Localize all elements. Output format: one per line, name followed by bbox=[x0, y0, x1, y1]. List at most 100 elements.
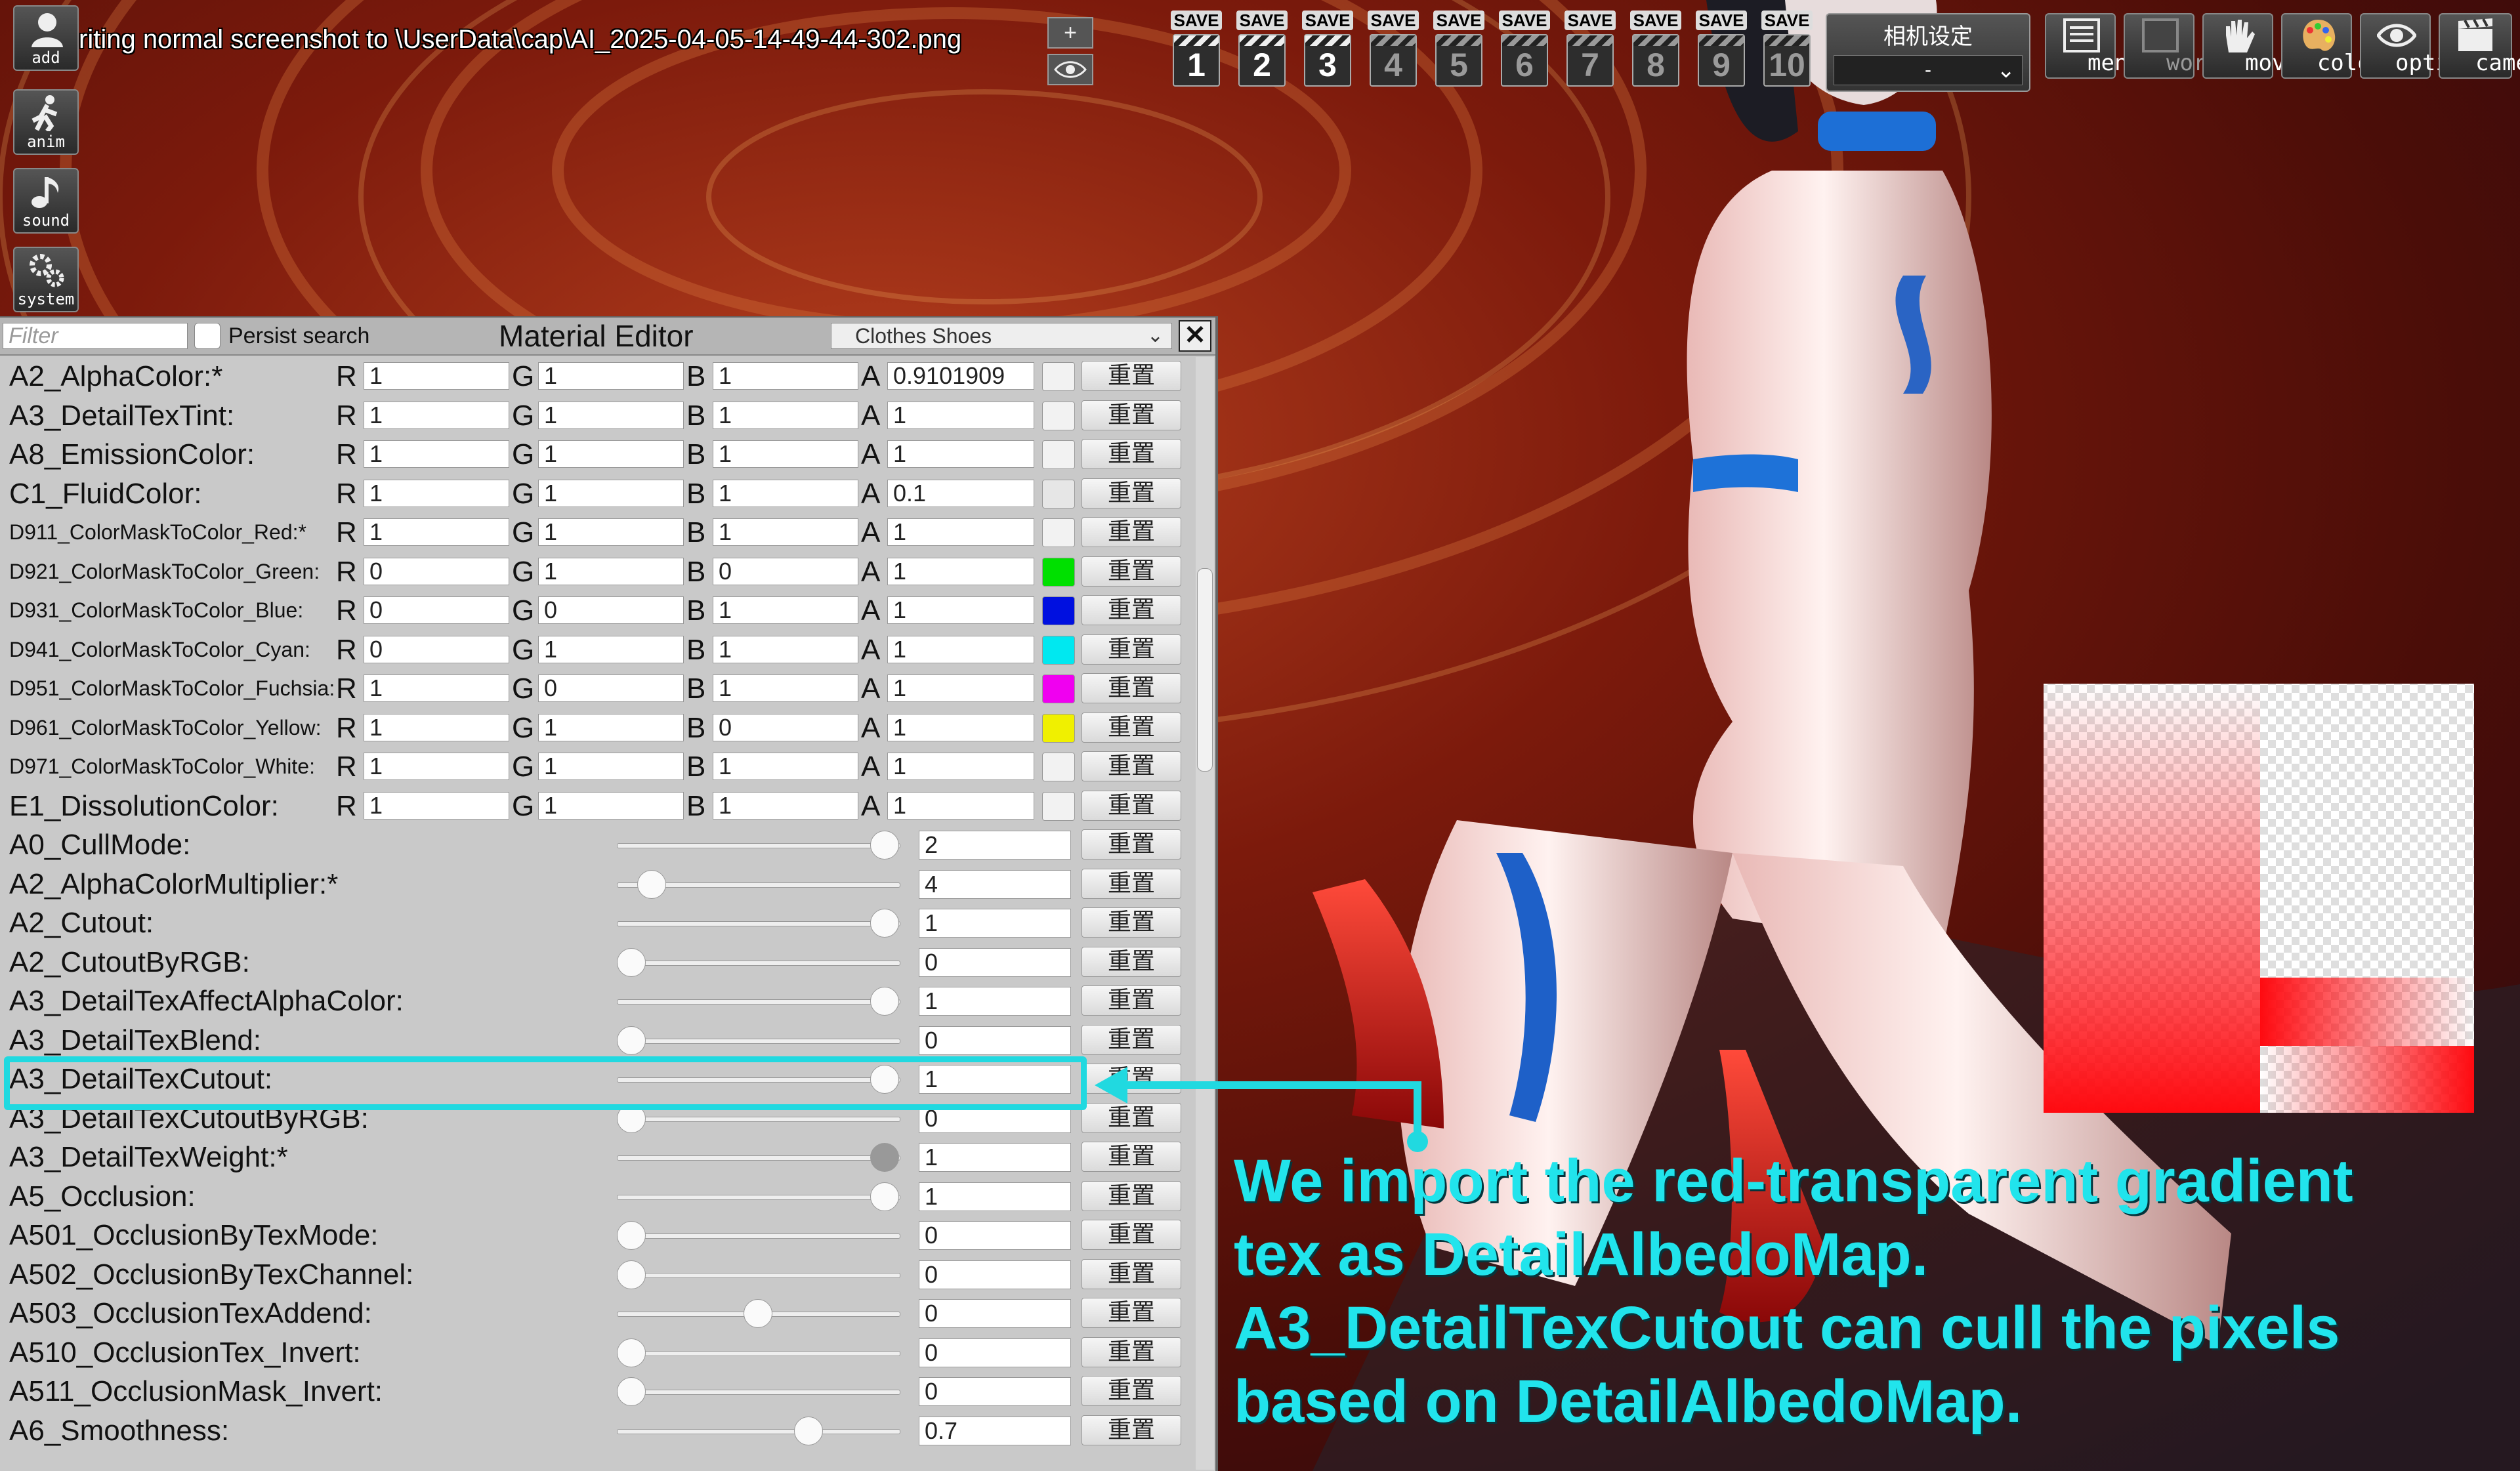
reset-button[interactable]: 重置 bbox=[1082, 400, 1181, 430]
a-value-input[interactable]: 1 bbox=[887, 596, 1034, 624]
b-value-input[interactable]: 0 bbox=[713, 557, 858, 585]
save-slot-1[interactable]: SAVE 1 bbox=[1168, 10, 1225, 93]
b-value-input[interactable]: 1 bbox=[713, 753, 858, 780]
color-swatch[interactable] bbox=[1042, 635, 1075, 665]
g-value-input[interactable]: 1 bbox=[538, 401, 684, 429]
camera-settings-dropdown[interactable]: 相机设定 - ⌄ bbox=[1826, 13, 2030, 92]
value-input[interactable]: 1 bbox=[919, 1182, 1071, 1211]
reset-button[interactable]: 重置 bbox=[1082, 829, 1181, 860]
color-swatch[interactable] bbox=[1042, 440, 1075, 469]
reset-button[interactable]: 重置 bbox=[1082, 1024, 1181, 1055]
save-slot-10[interactable]: SAVE 10 bbox=[1759, 10, 1815, 93]
reset-button[interactable]: 重置 bbox=[1082, 751, 1181, 781]
b-value-input[interactable]: 0 bbox=[713, 713, 858, 741]
b-value-input[interactable]: 1 bbox=[713, 791, 858, 819]
g-value-input[interactable]: 1 bbox=[538, 557, 684, 585]
b-value-input[interactable]: 1 bbox=[713, 479, 858, 507]
color-swatch[interactable] bbox=[1042, 401, 1075, 430]
toggle-visibility-button[interactable] bbox=[1047, 54, 1093, 85]
work-button[interactable]: work bbox=[2124, 13, 2220, 79]
reset-button[interactable]: 重置 bbox=[1082, 907, 1181, 938]
g-value-input[interactable]: 0 bbox=[538, 674, 684, 702]
option-button[interactable]: option bbox=[2360, 13, 2476, 79]
g-value-input[interactable]: 1 bbox=[538, 753, 684, 780]
slider-handle[interactable] bbox=[870, 831, 899, 860]
persist-search-checkbox[interactable] bbox=[194, 323, 220, 349]
a-value-input[interactable]: 1 bbox=[887, 518, 1034, 546]
property-list-scrollbar[interactable] bbox=[1196, 357, 1214, 1470]
reset-button[interactable]: 重置 bbox=[1082, 946, 1181, 977]
value-input[interactable]: 4 bbox=[919, 869, 1071, 899]
color-button[interactable]: color bbox=[2281, 13, 2384, 79]
a-value-input[interactable]: 1 bbox=[887, 713, 1034, 741]
a-value-input[interactable]: 1 bbox=[887, 674, 1034, 702]
r-value-input[interactable]: 1 bbox=[364, 791, 509, 819]
a-value-input[interactable]: 1 bbox=[887, 753, 1034, 780]
save-slot-5[interactable]: SAVE 5 bbox=[1431, 10, 1487, 93]
reset-button[interactable]: 重置 bbox=[1082, 1415, 1181, 1445]
slider-track[interactable] bbox=[617, 1116, 900, 1122]
reset-button[interactable]: 重置 bbox=[1082, 1298, 1181, 1328]
reset-button[interactable]: 重置 bbox=[1082, 1220, 1181, 1250]
value-input[interactable]: 0 bbox=[919, 947, 1071, 977]
slider-track[interactable] bbox=[617, 1194, 900, 1200]
g-value-input[interactable]: 1 bbox=[538, 440, 684, 468]
b-value-input[interactable]: 1 bbox=[713, 635, 858, 663]
slider-track[interactable] bbox=[617, 1272, 900, 1278]
b-value-input[interactable]: 1 bbox=[713, 362, 858, 390]
slider-track[interactable] bbox=[617, 1038, 900, 1044]
system-button[interactable]: system bbox=[13, 247, 79, 312]
reset-button[interactable]: 重置 bbox=[1082, 673, 1181, 703]
g-value-input[interactable]: 1 bbox=[538, 635, 684, 663]
reset-button[interactable]: 重置 bbox=[1082, 517, 1181, 547]
save-slot-9[interactable]: SAVE 9 bbox=[1693, 10, 1750, 93]
r-value-input[interactable]: 1 bbox=[364, 518, 509, 546]
slider-track[interactable] bbox=[617, 1350, 900, 1356]
filter-input[interactable] bbox=[3, 323, 188, 349]
reset-button[interactable]: 重置 bbox=[1082, 361, 1181, 391]
close-button[interactable]: ✕ bbox=[1179, 320, 1211, 352]
r-value-input[interactable]: 1 bbox=[364, 479, 509, 507]
slider-handle[interactable] bbox=[617, 1026, 646, 1055]
color-swatch[interactable] bbox=[1042, 479, 1075, 508]
slider-handle[interactable] bbox=[870, 987, 899, 1016]
value-input[interactable]: 0 bbox=[919, 1338, 1071, 1367]
value-input[interactable]: 1 bbox=[919, 987, 1071, 1016]
value-input[interactable]: 0 bbox=[919, 1299, 1071, 1328]
value-input[interactable]: 1 bbox=[919, 1143, 1071, 1172]
slider-handle[interactable] bbox=[617, 1260, 646, 1289]
r-value-input[interactable]: 1 bbox=[364, 401, 509, 429]
r-value-input[interactable]: 1 bbox=[364, 753, 509, 780]
camera-settings-select[interactable]: - ⌄ bbox=[1834, 55, 2023, 85]
anim-button[interactable]: anim bbox=[13, 89, 79, 155]
scrollbar-thumb[interactable] bbox=[1197, 568, 1213, 772]
color-swatch[interactable] bbox=[1042, 753, 1075, 781]
r-value-input[interactable]: 0 bbox=[364, 635, 509, 663]
save-slot-2[interactable]: SAVE 2 bbox=[1234, 10, 1290, 93]
slider-handle[interactable] bbox=[794, 1416, 824, 1445]
camera-button[interactable]: camera bbox=[2439, 13, 2520, 79]
reset-button[interactable]: 重置 bbox=[1082, 439, 1181, 469]
g-value-input[interactable]: 1 bbox=[538, 479, 684, 507]
menu-button[interactable]: menu bbox=[2045, 13, 2141, 79]
reset-button[interactable]: 重置 bbox=[1082, 1336, 1181, 1367]
slider-track[interactable] bbox=[617, 999, 900, 1005]
r-value-input[interactable]: 1 bbox=[364, 674, 509, 702]
r-value-input[interactable]: 1 bbox=[364, 440, 509, 468]
a-value-input[interactable]: 0.1 bbox=[887, 479, 1034, 507]
color-swatch[interactable] bbox=[1042, 557, 1075, 587]
save-slot-6[interactable]: SAVE 6 bbox=[1496, 10, 1553, 93]
g-value-input[interactable]: 1 bbox=[538, 713, 684, 741]
g-value-input[interactable]: 0 bbox=[538, 596, 684, 624]
reset-button[interactable]: 重置 bbox=[1082, 868, 1181, 899]
color-swatch[interactable] bbox=[1042, 674, 1075, 703]
g-value-input[interactable]: 1 bbox=[538, 791, 684, 819]
slider-track[interactable] bbox=[617, 1155, 900, 1161]
reset-button[interactable]: 重置 bbox=[1082, 556, 1181, 587]
save-slot-3[interactable]: SAVE 3 bbox=[1299, 10, 1356, 93]
plus-button[interactable]: + bbox=[1047, 17, 1093, 49]
save-slot-7[interactable]: SAVE 7 bbox=[1562, 10, 1618, 93]
a-value-input[interactable]: 1 bbox=[887, 791, 1034, 819]
r-value-input[interactable]: 0 bbox=[364, 557, 509, 585]
value-input[interactable]: 0.7 bbox=[919, 1416, 1071, 1445]
